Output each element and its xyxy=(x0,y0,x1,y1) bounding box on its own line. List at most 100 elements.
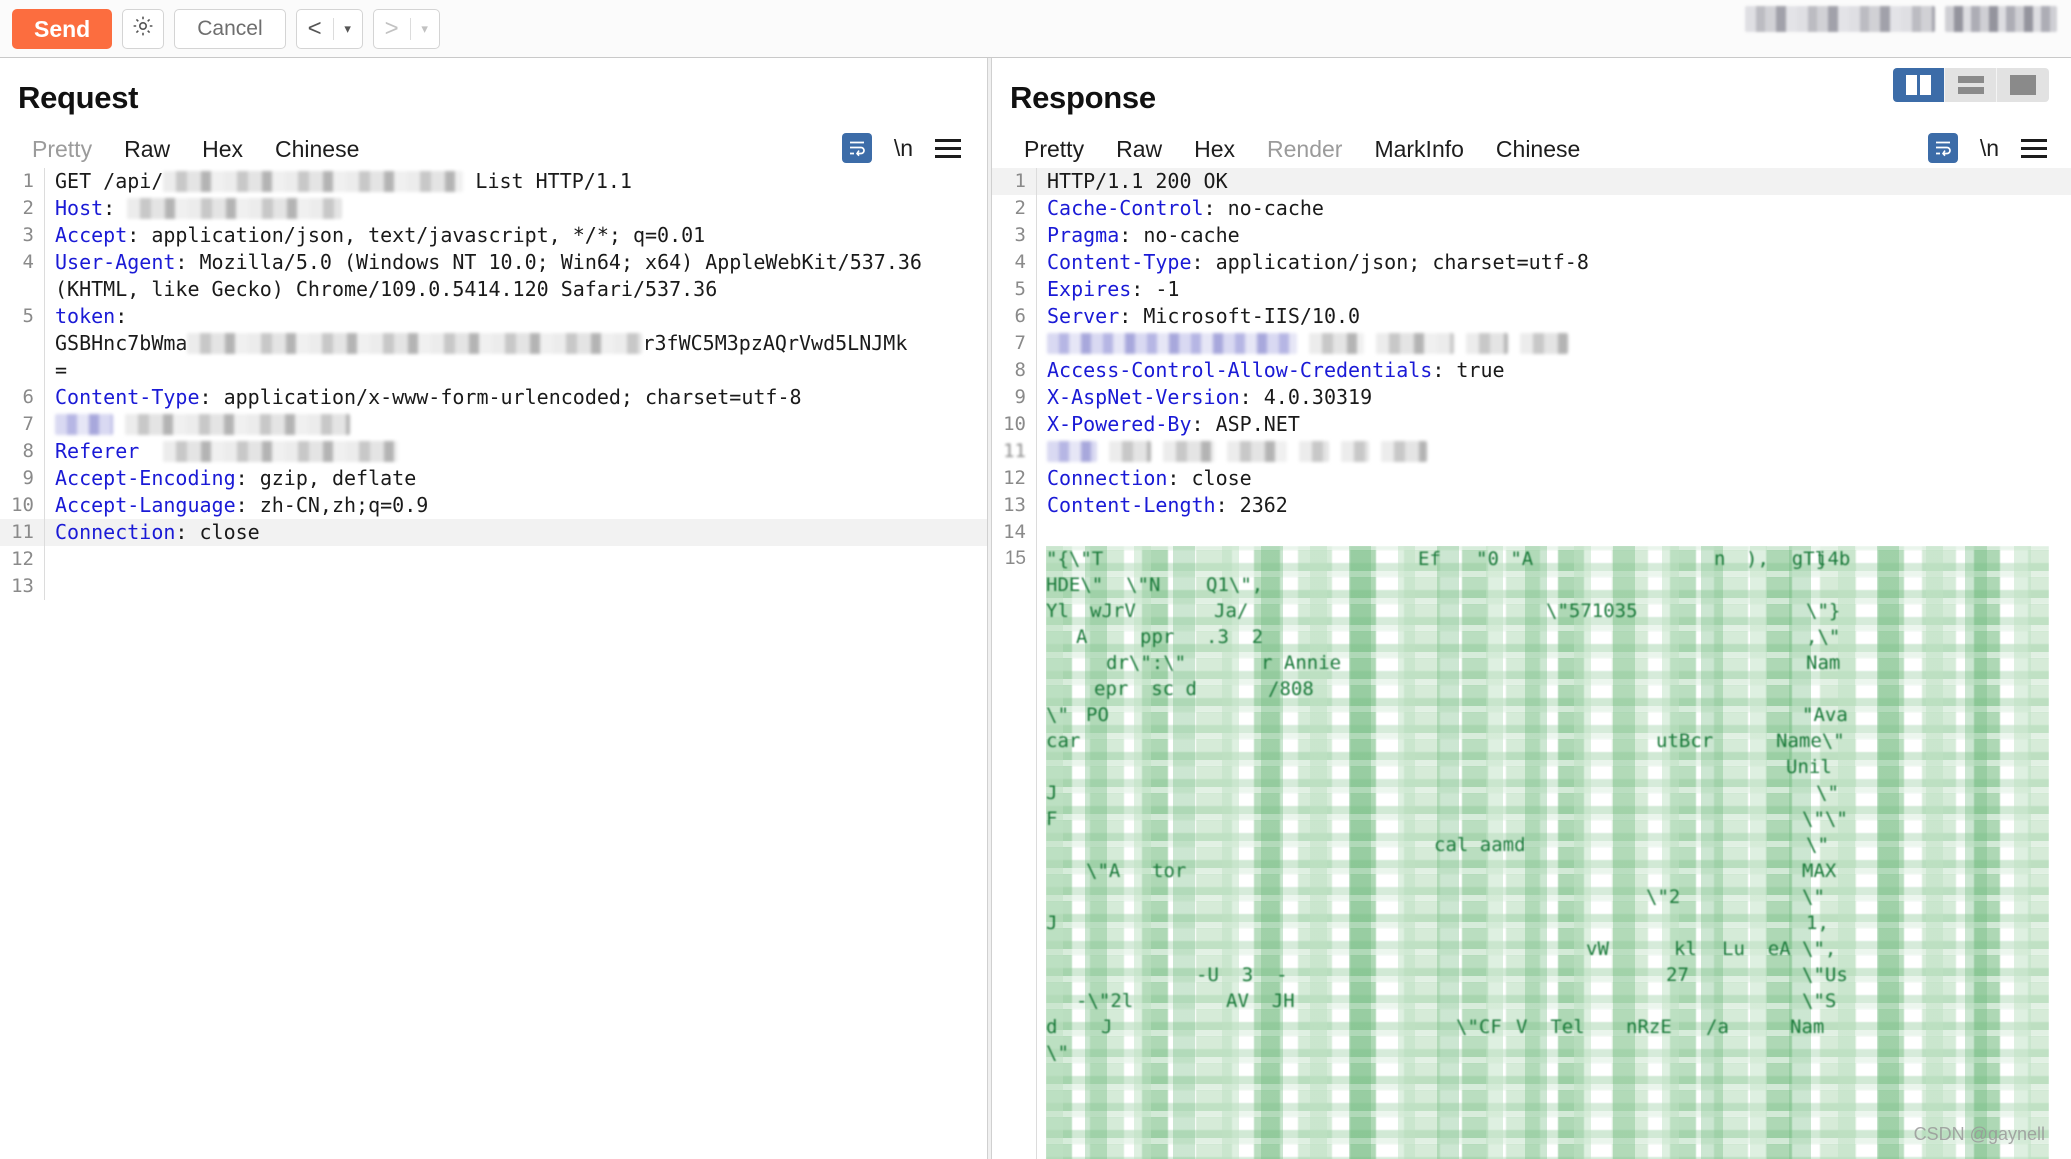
settings-button[interactable] xyxy=(122,8,165,49)
json-text-fragment: d xyxy=(1046,1016,1058,1038)
redacted-json-body: "{\"T Ef "0 "A n), gTl j4b HDE\" \"N Q1\", Yl wJ… xyxy=(1046,546,2049,1159)
header-value: : xyxy=(103,196,128,220)
header-name: Content-Length xyxy=(1047,493,1216,517)
header-name: Cache-Control xyxy=(1047,196,1204,220)
header-value: : no-cache xyxy=(1119,223,1240,247)
hamburger-menu-icon[interactable] xyxy=(935,138,961,158)
send-button[interactable]: Send xyxy=(12,8,113,49)
json-text-fragment: -U 3 - xyxy=(1196,964,1288,986)
newline-toggle[interactable]: \n xyxy=(894,135,913,162)
code-line: 12 xyxy=(0,546,987,573)
json-text-fragment: J xyxy=(1046,782,1058,804)
json-text-fragment: cal aamd xyxy=(1434,834,1526,856)
json-text-fragment: J xyxy=(1046,912,1058,934)
redacted-text xyxy=(1341,441,1370,462)
json-text-fragment: MAX xyxy=(1802,860,1837,882)
line-number: 8 xyxy=(1014,359,1026,381)
stacked-layout-button[interactable] xyxy=(1945,68,1997,102)
header-value xyxy=(1097,439,1109,463)
code-line: 11 xyxy=(992,438,2071,465)
json-text-fragment: ppr xyxy=(1140,626,1175,648)
header-value: : application/x-www-form-urlencoded; cha… xyxy=(199,385,802,409)
json-text-fragment: 1, xyxy=(1806,912,1829,934)
json-text-fragment: n xyxy=(1714,548,1726,570)
json-text-fragment: Name\" xyxy=(1776,730,1845,752)
header-value: List HTTP/1.1 xyxy=(463,169,632,193)
code-line-content: Pragma: no-cache xyxy=(1037,222,2071,249)
line-number: 7 xyxy=(22,413,34,435)
code-line-content: Server: Microsoft-IIS/10.0 xyxy=(1037,303,2071,330)
word-wrap-icon[interactable] xyxy=(841,133,872,163)
json-text-fragment: Unil xyxy=(1786,756,1832,778)
header-value: : gzip, deflate xyxy=(235,466,417,490)
json-text-fragment: "0 "A xyxy=(1476,548,1534,570)
header-value: : 2362 xyxy=(1215,493,1288,517)
code-line-content: Host: xyxy=(45,195,987,222)
header-name: Accept-Language xyxy=(55,493,236,517)
json-text-fragment: \"571035 xyxy=(1546,600,1638,622)
redacted-text xyxy=(187,333,643,354)
side-by-side-layout-button[interactable] xyxy=(1893,68,1945,102)
header-name: X-AspNet-Version xyxy=(1047,385,1240,409)
header-value xyxy=(1287,439,1299,463)
json-text-fragment: Yl xyxy=(1046,600,1069,622)
header-name: Pragma xyxy=(1047,223,1120,247)
newline-toggle[interactable]: \n xyxy=(1980,135,1999,162)
chevron-down-icon[interactable]: ▾ xyxy=(334,10,362,48)
code-line-content: Accept-Encoding: gzip, deflate xyxy=(45,465,987,492)
layout-toggle-group xyxy=(1893,68,2049,102)
code-line-content: Accept: application/json, text/javascrip… xyxy=(45,222,987,249)
header-value: : close xyxy=(1167,466,1252,490)
prev-request-button[interactable]: < ▾ xyxy=(295,8,363,49)
code-line: 4 Content-Type: application/json; charset… xyxy=(992,249,2071,276)
code-line: 5 Expires: -1 xyxy=(992,276,2071,303)
single-pane-layout-button[interactable] xyxy=(1997,68,2049,102)
chevron-down-icon[interactable]: ▾ xyxy=(411,10,439,48)
redacted-text xyxy=(1376,333,1455,354)
line-number: 9 xyxy=(22,467,34,489)
json-text-fragment: "{\"T xyxy=(1046,548,1104,570)
code-line-content xyxy=(1037,438,2071,465)
header-value: : ASP.NET xyxy=(1191,412,1300,436)
header-value: HTTP/1.1 200 OK xyxy=(1047,169,1228,193)
code-line: 4 User-Agent: Mozilla/5.0 (Windows NT 10.… xyxy=(0,249,987,276)
redacted-status-text xyxy=(1745,6,1935,32)
line-number: 2 xyxy=(22,197,34,219)
json-text-fragment: \" xyxy=(1806,834,1829,856)
line-number: 12 xyxy=(1003,467,1026,489)
json-text-fragment: \"Us xyxy=(1802,964,1848,986)
next-request-button[interactable]: > ▾ xyxy=(372,8,440,49)
json-text-fragment: Lu eA xyxy=(1722,938,1791,960)
word-wrap-icon[interactable] xyxy=(1927,133,1958,163)
redacted-text xyxy=(163,171,464,192)
json-text-fragment: /808 xyxy=(1268,678,1314,700)
request-code-area[interactable]: 1 GET /api/ List HTTP/1.1 2 Host: 3 Accept: … xyxy=(0,168,987,1159)
code-line-content: Content-Length: 2362 xyxy=(1037,492,2071,519)
line-number: 6 xyxy=(22,386,34,408)
header-value: : zh-CN,zh;q=0.9 xyxy=(235,493,429,517)
hamburger-menu-icon[interactable] xyxy=(2021,138,2047,158)
header-value xyxy=(1215,439,1227,463)
header-name: Server xyxy=(1047,304,1120,328)
code-line: 6 Server: Microsoft-IIS/10.0 xyxy=(992,303,2071,330)
request-title: Request xyxy=(18,80,139,115)
code-line: 3 Accept: application/json, text/javascri… xyxy=(0,222,987,249)
json-text-fragment: \" xyxy=(1802,886,1825,908)
code-line: = xyxy=(0,357,987,384)
line-number: 13 xyxy=(11,575,34,597)
header-value: : -1 xyxy=(1131,277,1180,301)
code-line: 1 GET /api/ List HTTP/1.1 xyxy=(0,168,987,195)
header-name: Accept xyxy=(55,223,128,247)
json-text-fragment: \"} xyxy=(1806,600,1841,622)
cancel-button[interactable]: Cancel xyxy=(174,8,286,49)
redacted-text xyxy=(1299,441,1330,462)
code-line-content: Content-Type: application/x-www-form-url… xyxy=(45,384,987,411)
watermark: CSDN @gaynell xyxy=(1913,1124,2045,1144)
response-body-region[interactable]: 15 "{\"T Ef "0 "A n), gTl j4b HDE\" \"N Q1\", Yl… xyxy=(992,546,2071,1159)
header-name: Content-Type xyxy=(55,385,200,409)
chevron-right-icon: > xyxy=(384,14,399,42)
redacted-text xyxy=(55,414,113,435)
line-number: 9 xyxy=(1014,386,1026,408)
response-code-area[interactable]: 1 HTTP/1.1 200 OK 2 Cache-Control: no-cache… xyxy=(992,168,2071,1159)
header-name: Connection xyxy=(1047,466,1168,490)
